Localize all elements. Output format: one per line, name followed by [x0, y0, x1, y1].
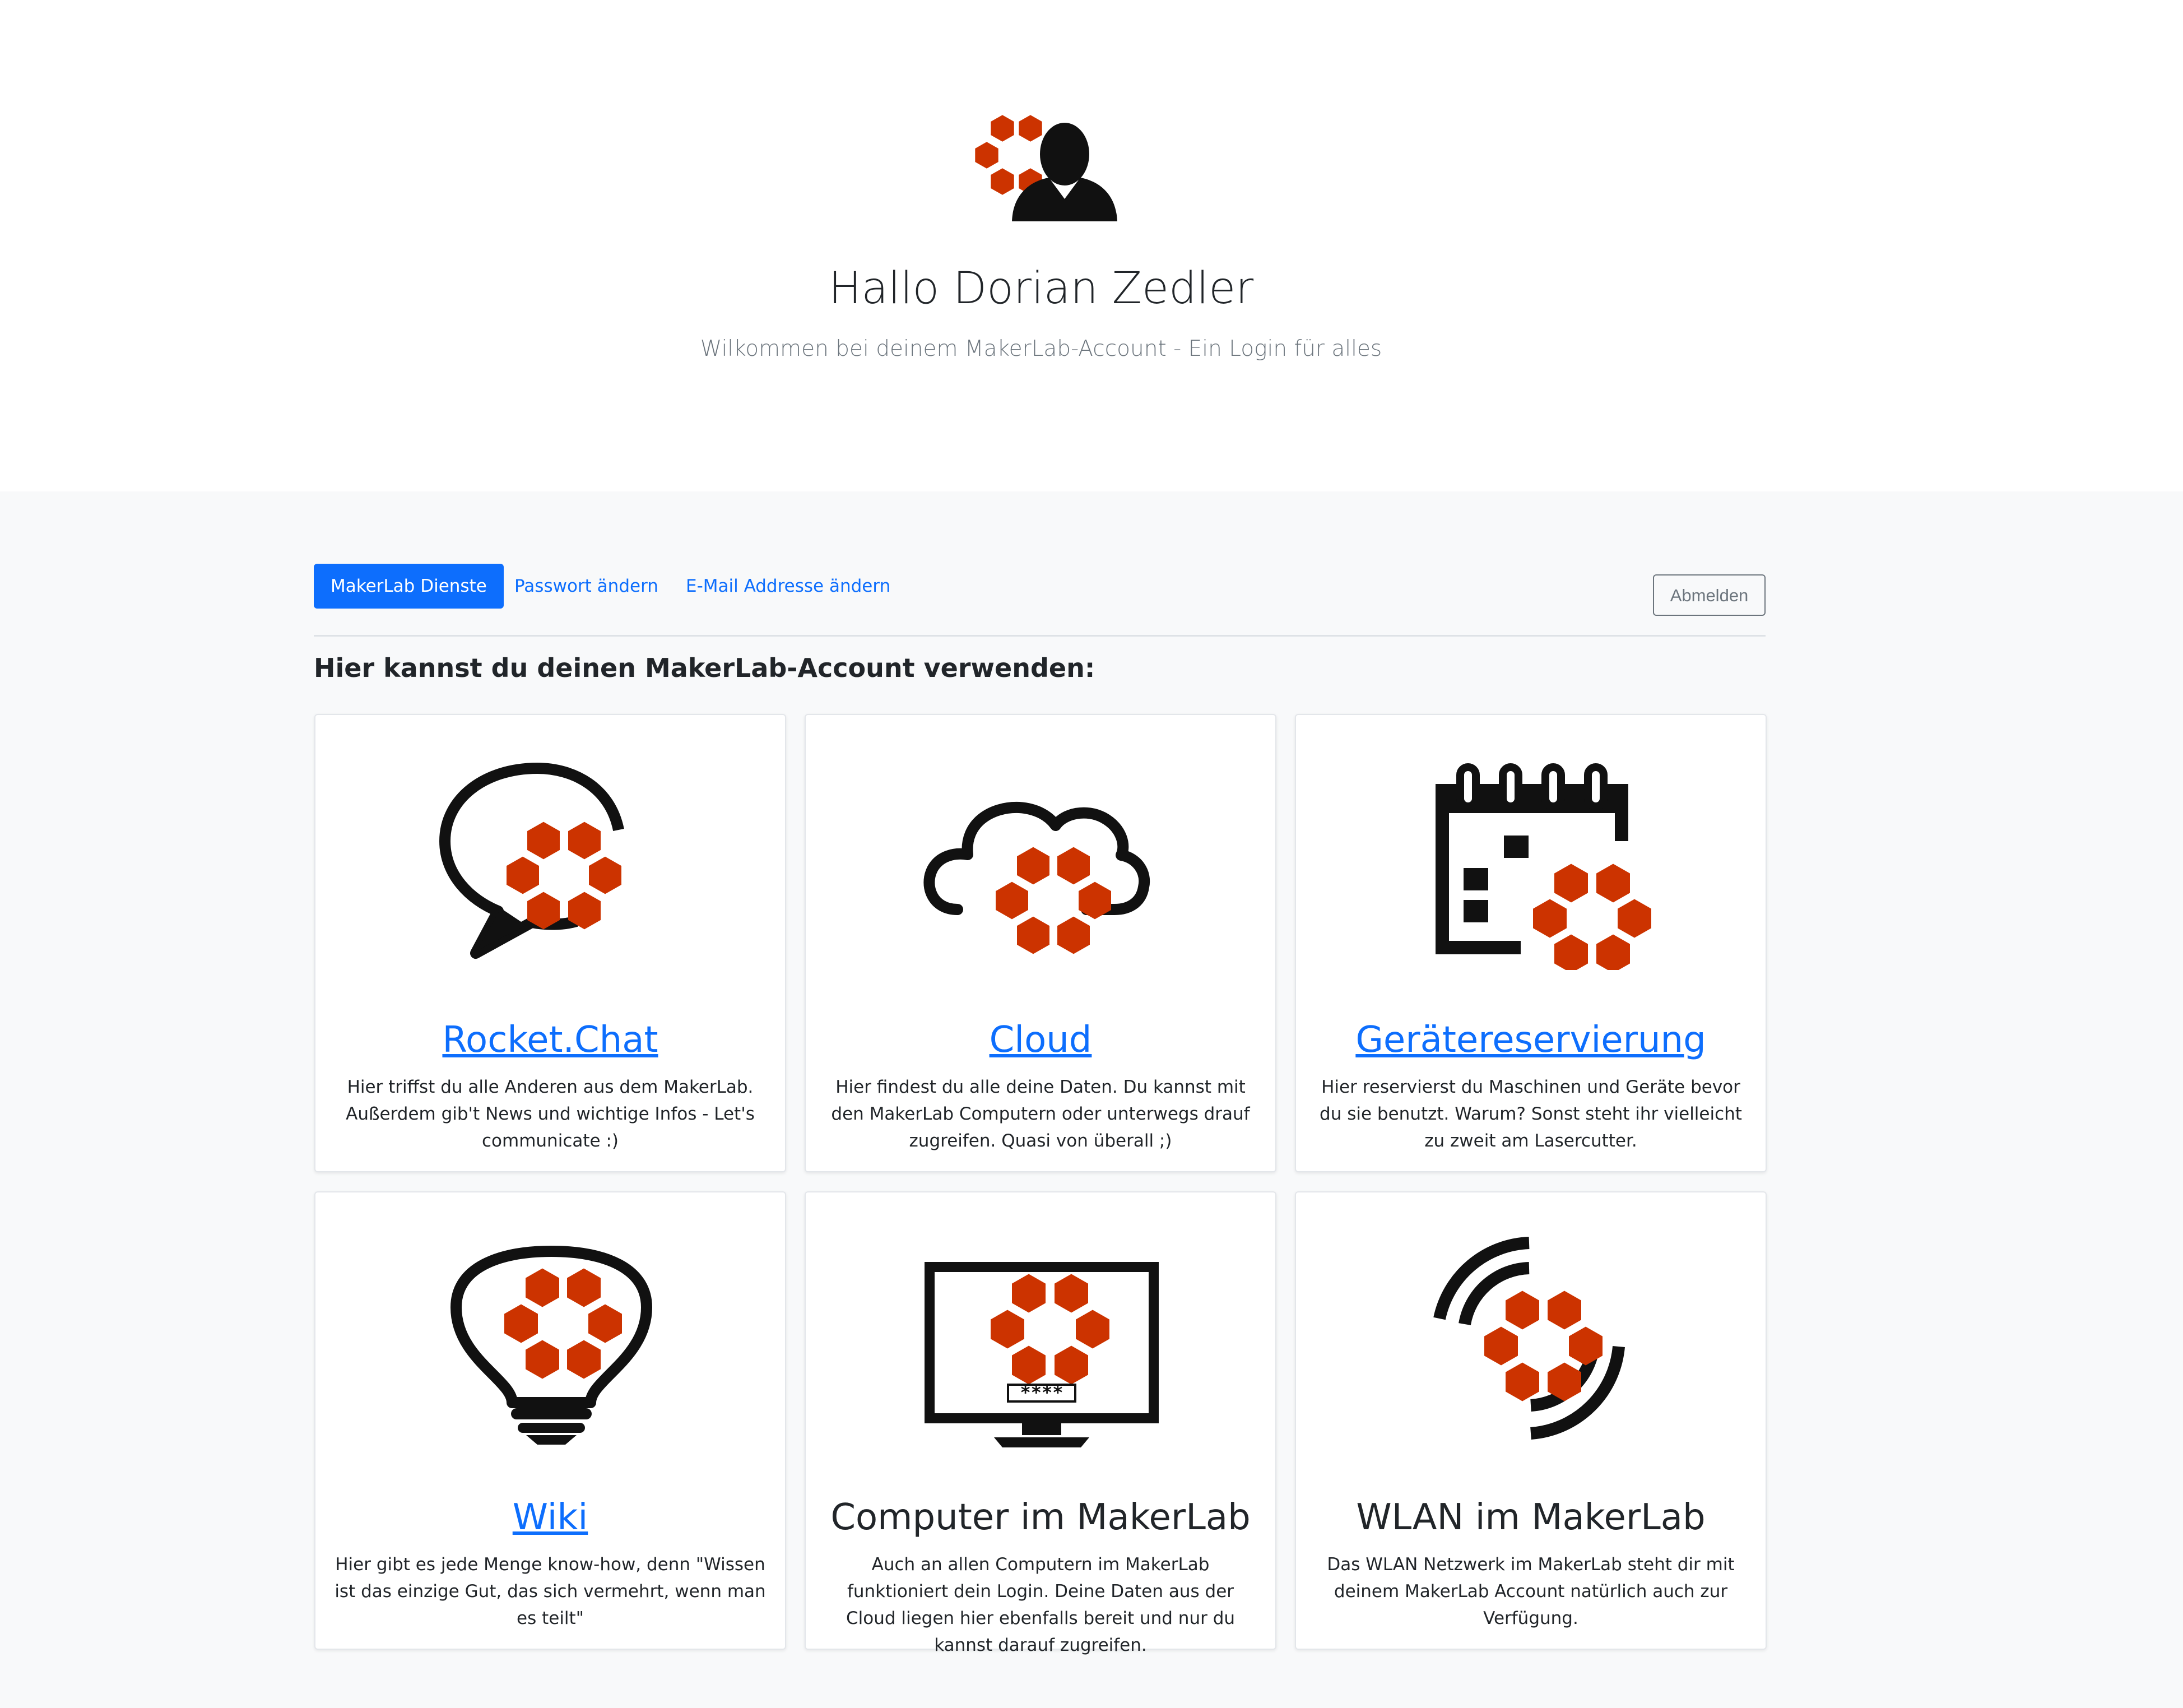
chat-bubble-icon	[439, 763, 624, 959]
service-title-computer: Computer im MakerLab	[830, 1497, 1251, 1538]
service-card-cloud: Cloud Hier findest du alle deine Daten. …	[805, 714, 1276, 1172]
tab-email-aendern[interactable]: E-Mail Addresse ändern	[686, 564, 890, 609]
divider	[314, 635, 1766, 637]
lightbulb-icon	[450, 1246, 652, 1445]
service-link-cloud[interactable]: Cloud	[806, 1018, 1275, 1062]
service-description: Hier triffst du alle Anderen aus dem Mak…	[346, 1077, 755, 1151]
cloud-icon	[923, 801, 1150, 954]
service-card-rocketchat: Rocket.Chat Hier triffst du alle Anderen…	[314, 714, 786, 1172]
service-link-rocketchat[interactable]: Rocket.Chat	[315, 1018, 785, 1062]
password-mask-text: ****	[1020, 1382, 1063, 1403]
service-link-wiki[interactable]: Wiki	[315, 1495, 785, 1540]
service-card-computer: **** Computer im MakerLab Auch an allen …	[805, 1191, 1276, 1655]
service-title-wlan: WLAN im MakerLab	[1356, 1497, 1706, 1538]
service-card-geraetereservierung: Gerätereservierung Hier reservierst du M…	[1295, 714, 1767, 1172]
section-heading: Hier kannst du deinen MakerLab-Account v…	[314, 653, 1095, 683]
service-description: Das WLAN Netzwerk im MakerLab steht dir …	[1327, 1554, 1735, 1628]
tab-passwort-aendern[interactable]: Passwort ändern	[514, 564, 658, 609]
computer-monitor-icon: ****	[925, 1262, 1159, 1447]
service-description: Hier gibt es jede Menge know-how, denn "…	[335, 1554, 766, 1628]
tab-makerlab-dienste[interactable]: MakerLab Dienste	[314, 564, 504, 609]
makerlab-user-icon	[975, 115, 1117, 221]
service-description: Hier findest du alle deine Daten. Du kan…	[831, 1077, 1250, 1151]
logout-button[interactable]: Abmelden	[1653, 574, 1766, 616]
page-subtitle: Wilkommen bei deinem MakerLab-Account - …	[700, 336, 1382, 361]
calendar-icon	[1436, 763, 1651, 970]
service-description: Auch an allen Computern im MakerLab funk…	[846, 1554, 1236, 1655]
hero-header: Hallo Dorian Zedler Wilkommen bei deinem…	[0, 0, 2183, 491]
service-link-geraetereservierung[interactable]: Gerätereservierung	[1296, 1018, 1766, 1062]
wifi-icon	[1433, 1237, 1625, 1440]
service-card-wlan: WLAN im MakerLab Das WLAN Netzwerk im Ma…	[1295, 1191, 1767, 1650]
service-card-wiki: Wiki Hier gibt es jede Menge know-how, d…	[314, 1191, 786, 1650]
service-description: Hier reservierst du Maschinen und Geräte…	[1320, 1077, 1742, 1151]
page-title: Hallo Dorian Zedler	[828, 263, 1254, 314]
